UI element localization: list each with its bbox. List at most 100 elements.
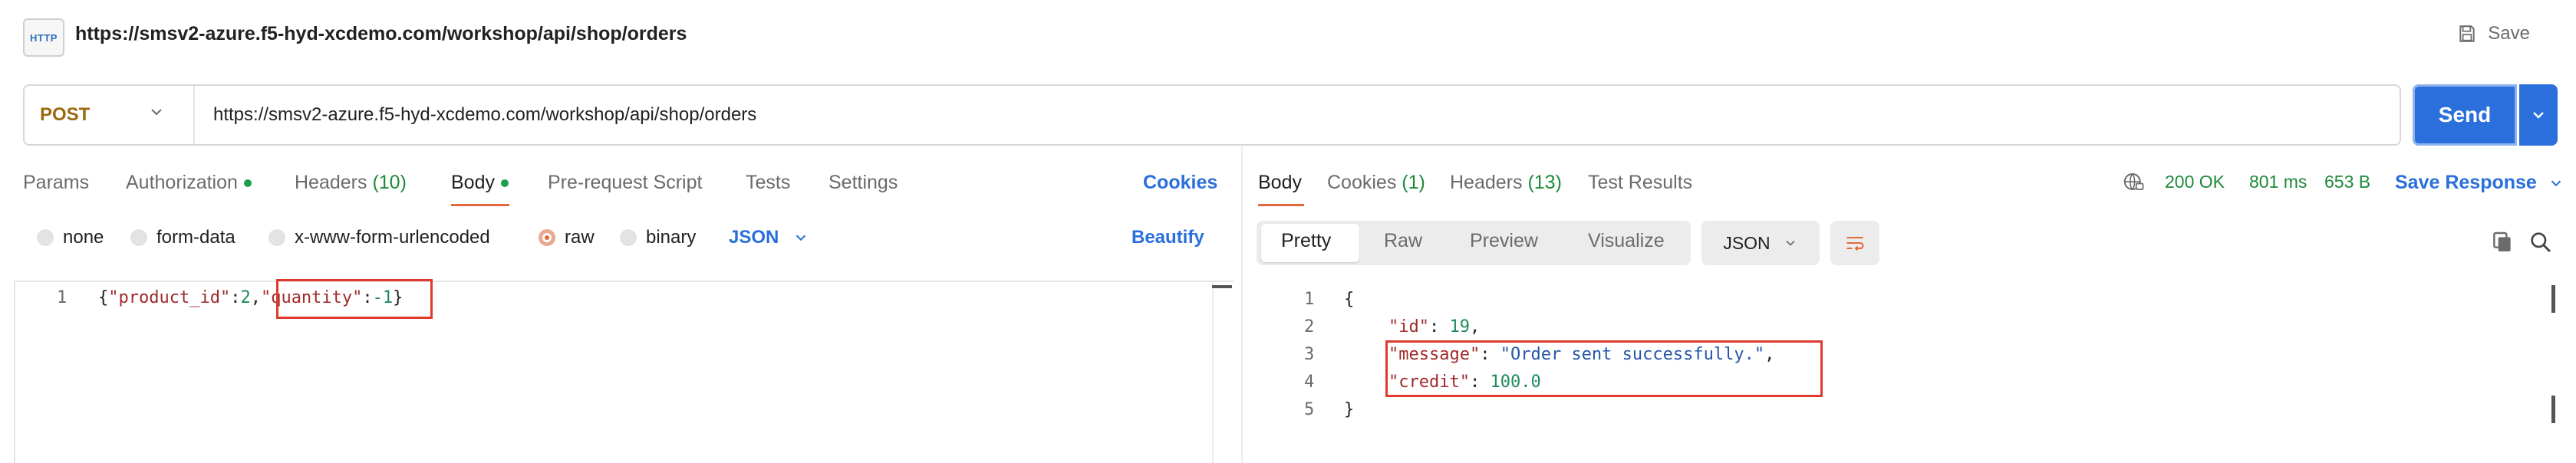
radio-none-label: none (63, 227, 104, 248)
wrap-lines-icon (1846, 236, 1864, 251)
http-icon-label: HTTP (30, 31, 58, 44)
response-line-id: "id": 19, (1388, 317, 1480, 337)
response-cookies-label: Cookies (1327, 172, 1397, 193)
editor-scrollbar[interactable] (1212, 281, 1235, 463)
response-tab-headers[interactable]: Headers (13) (1450, 172, 1562, 194)
view-mode-preview[interactable]: Preview (1470, 230, 1538, 252)
response-tab-body[interactable]: Body (1258, 172, 1302, 194)
request-title[interactable]: https://smsv2-azure.f5-hyd-xcdemo.com/wo… (75, 23, 687, 45)
response-cookies-count: (1) (1402, 172, 1425, 193)
json-colon: : (230, 288, 241, 307)
tab-body-label: Body (451, 172, 495, 193)
tab-params[interactable]: Params (23, 172, 89, 194)
copy-icon[interactable] (2490, 230, 2515, 258)
json-brace: } (1344, 400, 1355, 419)
http-request-icon: HTTP (23, 18, 64, 57)
json-key: "product_id" (108, 288, 231, 307)
body-format-select[interactable]: JSON (729, 227, 809, 248)
save-response-button[interactable]: Save Response (2395, 172, 2564, 194)
response-format-select[interactable]: JSON (1701, 221, 1820, 265)
json-brace: { (1344, 290, 1355, 309)
response-format-label: JSON (1723, 232, 1771, 253)
save-label: Save (2488, 23, 2530, 44)
view-mode-visualize[interactable]: Visualize (1588, 230, 1665, 252)
highlight-box-quantity (276, 279, 433, 319)
radio-urlencoded-label: x-www-form-urlencoded (295, 227, 490, 248)
response-scrollbar-thumb[interactable] (2551, 285, 2555, 313)
response-tab-body-underline (1258, 204, 1304, 206)
line-number: 4 (1304, 373, 1315, 392)
editor-scrollbar-thumb[interactable] (1212, 285, 1232, 288)
response-scrollbar-thumb[interactable] (2551, 396, 2555, 423)
response-tab-test-results[interactable]: Test Results (1588, 172, 1692, 194)
tab-headers[interactable]: Headers (10) (295, 172, 407, 194)
status-dot (500, 179, 509, 188)
json-key: "id" (1388, 317, 1429, 337)
radio-circle (268, 229, 285, 246)
radio-circle (37, 229, 54, 246)
tab-settings[interactable]: Settings (828, 172, 898, 194)
json-comma: , (250, 288, 261, 307)
headers-count: (10) (372, 172, 407, 193)
chevron-down-icon (2533, 112, 2544, 119)
send-button[interactable]: Send (2413, 84, 2517, 146)
status-dot (243, 179, 252, 188)
radio-none[interactable]: none (37, 227, 104, 248)
cookies-link[interactable]: Cookies (1143, 172, 1217, 194)
wrap-lines-button[interactable] (1830, 221, 1879, 265)
response-headers-label: Headers (1450, 172, 1523, 193)
line-number: 1 (57, 288, 68, 307)
tab-headers-label: Headers (295, 172, 367, 193)
tab-authorization[interactable]: Authorization (126, 172, 252, 194)
save-icon (2459, 25, 2475, 42)
json-value: 19 (1449, 317, 1470, 337)
chevron-down-icon (1786, 240, 1795, 246)
json-value: 2 (240, 288, 251, 307)
body-format-label: JSON (729, 227, 779, 248)
chevron-down-icon[interactable] (147, 103, 166, 125)
pane-divider[interactable] (1241, 146, 1243, 463)
chevron-down-icon (796, 235, 806, 241)
highlight-box-response (1385, 340, 1823, 397)
globe-icon[interactable] (2120, 170, 2146, 197)
tab-body[interactable]: Body (451, 172, 509, 194)
response-status[interactable]: 200 OK (2165, 172, 2225, 192)
radio-circle-selected (539, 229, 555, 246)
response-time[interactable]: 801 ms (2249, 172, 2307, 192)
response-size[interactable]: 653 B (2324, 172, 2370, 192)
method-select[interactable]: POST (40, 104, 90, 126)
send-options-button[interactable] (2519, 84, 2558, 146)
radio-binary-label: binary (646, 227, 697, 248)
radio-circle (130, 229, 147, 246)
json-brace: { (98, 288, 109, 307)
save-response-label: Save Response (2395, 172, 2537, 193)
tab-authorization-label: Authorization (126, 172, 238, 193)
url-input[interactable]: https://smsv2-azure.f5-hyd-xcdemo.com/wo… (213, 104, 756, 126)
line-number: 2 (1304, 317, 1315, 337)
divider (193, 86, 195, 144)
radio-urlencoded[interactable]: x-www-form-urlencoded (268, 227, 490, 248)
radio-circle (620, 229, 637, 246)
json-comma: , (1469, 317, 1481, 337)
search-icon[interactable] (2528, 230, 2553, 258)
view-mode-pretty[interactable]: Pretty (1281, 230, 1331, 252)
radio-binary[interactable]: binary (620, 227, 696, 248)
response-headers-count: (13) (1527, 172, 1562, 193)
tab-prerequest-script[interactable]: Pre-request Script (548, 172, 702, 194)
radio-raw-label: raw (565, 227, 595, 248)
line-number: 1 (1304, 290, 1315, 309)
view-mode-raw[interactable]: Raw (1384, 230, 1422, 252)
radio-raw[interactable]: raw (539, 227, 595, 248)
chevron-down-icon (2551, 180, 2561, 186)
save-button[interactable]: Save (2457, 23, 2530, 44)
json-colon: : (1428, 317, 1450, 337)
line-number: 5 (1304, 400, 1315, 419)
radio-form-data-label: form-data (156, 227, 236, 248)
tab-tests[interactable]: Tests (746, 172, 790, 194)
line-number: 3 (1304, 345, 1315, 364)
response-tab-cookies[interactable]: Cookies (1) (1327, 172, 1425, 194)
tab-body-underline (451, 204, 509, 206)
beautify-button[interactable]: Beautify (1132, 227, 1204, 248)
request-body-editor[interactable] (14, 281, 1234, 463)
radio-form-data[interactable]: form-data (130, 227, 236, 248)
